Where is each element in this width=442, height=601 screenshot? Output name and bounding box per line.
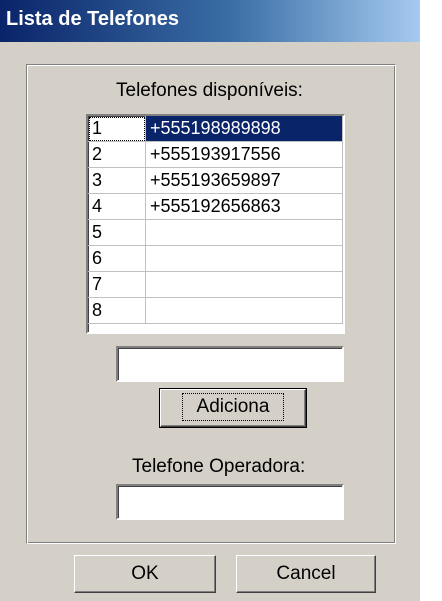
row-phone: +555192656863 [145,193,343,220]
cancel-button[interactable]: Cancel [236,555,376,593]
window-title: Lista de Telefones [6,8,180,30]
row-number: 2 [88,141,146,168]
row-number: 7 [88,271,146,298]
row-number: 1 [88,116,146,142]
row-number: 6 [88,245,146,272]
list-row-2[interactable]: 2 +555193917556 [88,141,343,168]
available-phones-label: Telefones disponíveis: [116,80,303,101]
phone-list-dialog: Lista de Telefones Telefones disponíveis… [0,0,420,601]
row-number: 5 [88,219,146,246]
operator-phone-input[interactable] [116,484,344,520]
ok-button[interactable]: OK [74,555,216,593]
phones-listbox[interactable]: 1 +555198989898 2 +555193917556 3 +55519… [86,114,345,334]
row-number: 3 [88,167,146,194]
row-phone [145,297,343,324]
list-row-8[interactable]: 8 [88,297,343,324]
row-number: 4 [88,193,146,220]
operator-phone-label: Telefone Operadora: [132,456,306,477]
list-row-7[interactable]: 7 [88,271,343,298]
row-phone: +555198989898 [145,116,343,142]
new-phone-input[interactable] [116,346,344,382]
add-button-label: Adiciona [181,393,285,421]
list-row-6[interactable]: 6 [88,245,343,272]
title-bar[interactable]: Lista de Telefones [0,0,420,42]
add-button[interactable]: Adiciona [159,388,307,428]
row-phone [145,219,343,246]
list-row-5[interactable]: 5 [88,219,343,246]
list-row-4[interactable]: 4 +555192656863 [88,193,343,220]
row-number: 8 [88,297,146,324]
row-phone [145,271,343,298]
row-phone: +555193659897 [145,167,343,194]
row-phone [145,245,343,272]
row-phone: +555193917556 [145,141,343,168]
list-row-3[interactable]: 3 +555193659897 [88,167,343,194]
list-row-1[interactable]: 1 +555198989898 [88,116,343,142]
